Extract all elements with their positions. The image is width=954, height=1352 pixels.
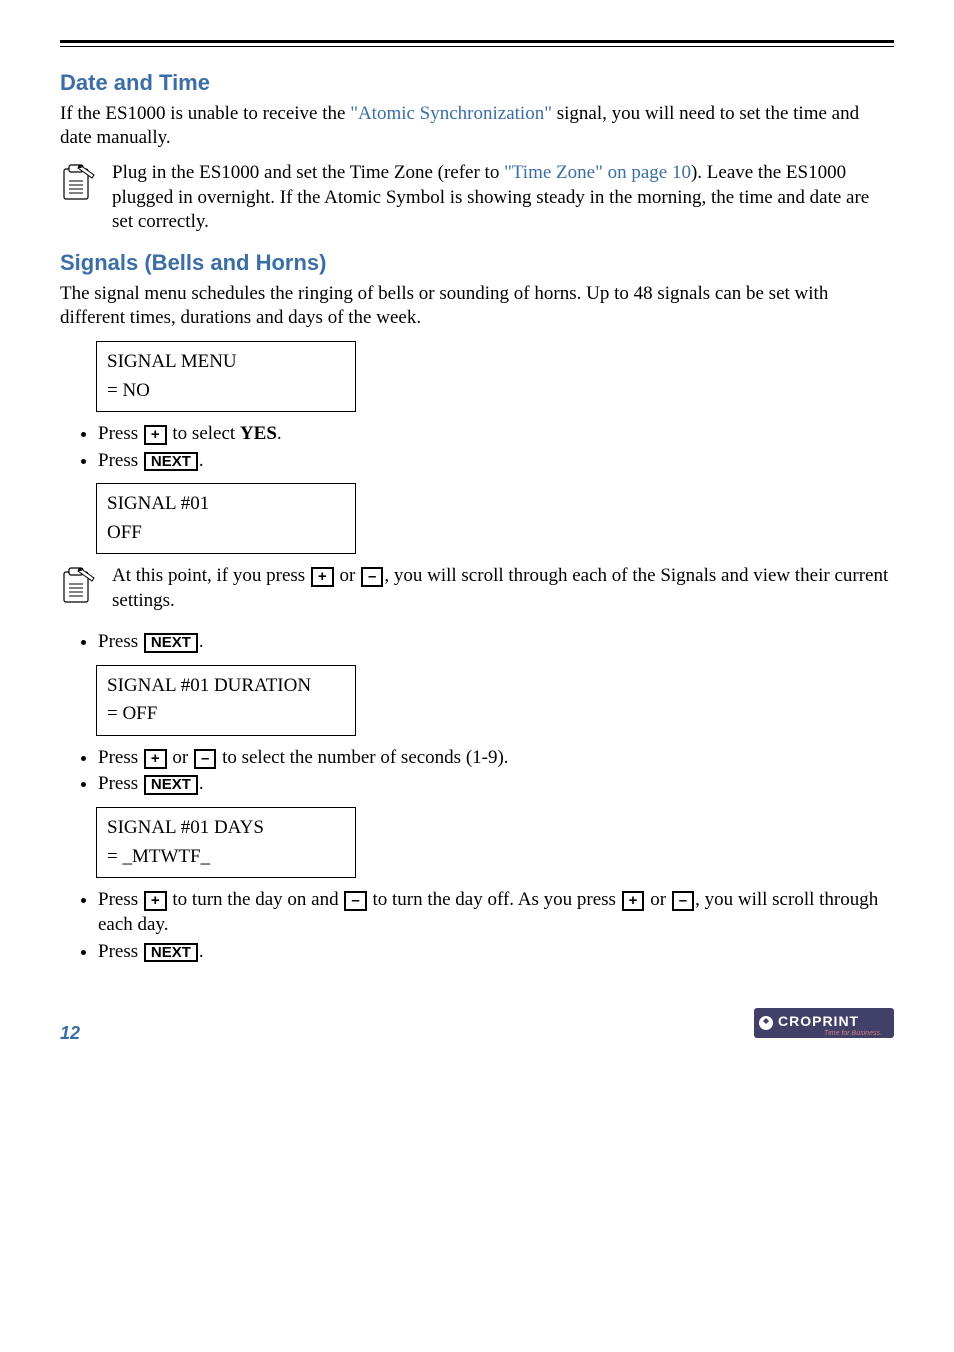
text: to select	[168, 423, 240, 444]
plus-button-icon: +	[311, 567, 334, 587]
step-list-3: Press + or – to select the number of sec…	[60, 746, 894, 797]
list-item: Press + to select YES.	[98, 422, 894, 447]
minus-button-icon: –	[361, 567, 383, 587]
clipboard-pencil-icon	[60, 564, 98, 616]
next-button-icon: NEXT	[144, 775, 198, 795]
next-button-icon: NEXT	[144, 943, 198, 963]
display-line: = OFF	[107, 700, 345, 729]
top-rule	[60, 40, 894, 47]
text: .	[199, 941, 204, 962]
text: .	[277, 423, 282, 444]
display-signal-01: SIGNAL #01 OFF	[96, 483, 356, 554]
text: Press	[98, 450, 143, 471]
display-line: OFF	[107, 519, 345, 548]
logo-tagline: Time for Business.	[824, 1030, 882, 1037]
text: or	[335, 565, 360, 586]
list-item: Press NEXT.	[98, 630, 894, 655]
step-list-1: Press + to select YES. Press NEXT.	[60, 422, 894, 473]
note-text: At this point, if you press + or –, you …	[112, 564, 894, 613]
note-signal-scroll: At this point, if you press + or –, you …	[60, 564, 894, 616]
plus-button-icon: +	[144, 749, 167, 769]
date-time-intro: If the ES1000 is unable to receive the "…	[60, 102, 894, 151]
next-button-icon: NEXT	[144, 633, 198, 653]
text-bold: YES	[240, 423, 277, 444]
display-line: SIGNAL #01 DURATION	[107, 672, 345, 701]
heading-date-time: Date and Time	[60, 69, 894, 98]
minus-button-icon: –	[194, 749, 216, 769]
note-text: Plug in the ES1000 and set the Time Zone…	[112, 161, 894, 235]
list-item: Press NEXT.	[98, 772, 894, 797]
text: to turn the day on and	[168, 889, 344, 910]
link-time-zone[interactable]: "Time Zone" on page 10	[504, 162, 691, 183]
logo-brand: CROPRINT	[778, 1013, 859, 1029]
acroprint-logo: CROPRINT Time for Business.	[754, 1004, 894, 1046]
text: to turn the day off. As you press	[368, 889, 621, 910]
text: Press	[98, 941, 143, 962]
list-item: Press + or – to select the number of sec…	[98, 746, 894, 771]
next-button-icon: NEXT	[144, 452, 198, 472]
page-number: 12	[60, 1022, 80, 1045]
plus-button-icon: +	[144, 425, 167, 445]
heading-signals: Signals (Bells and Horns)	[60, 249, 894, 278]
text: .	[199, 631, 204, 652]
list-item: Press + to turn the day on and – to turn…	[98, 888, 894, 937]
clipboard-pencil-icon	[60, 161, 98, 213]
step-list-2: Press NEXT.	[60, 630, 894, 655]
text: Press	[98, 889, 143, 910]
minus-button-icon: –	[672, 891, 694, 911]
step-list-4: Press + to turn the day on and – to turn…	[60, 888, 894, 964]
list-item: Press NEXT.	[98, 940, 894, 965]
text: Press	[98, 747, 143, 768]
display-signal-days: SIGNAL #01 DAYS = _MTWTF_	[96, 807, 356, 878]
plus-button-icon: +	[144, 891, 167, 911]
display-line: SIGNAL #01 DAYS	[107, 814, 345, 843]
display-signal-menu: SIGNAL MENU = NO	[96, 341, 356, 412]
text: Press	[98, 773, 143, 794]
display-line: SIGNAL #01	[107, 490, 345, 519]
text: .	[199, 773, 204, 794]
text: If the ES1000 is unable to receive the	[60, 103, 350, 124]
text: Plug in the ES1000 and set the Time Zone…	[112, 162, 504, 183]
display-line: SIGNAL MENU	[107, 348, 345, 377]
list-item: Press NEXT.	[98, 449, 894, 474]
text: to select the number of seconds (1-9).	[217, 747, 508, 768]
display-signal-duration: SIGNAL #01 DURATION = OFF	[96, 665, 356, 736]
text: .	[199, 450, 204, 471]
text: At this point, if you press	[112, 565, 310, 586]
minus-button-icon: –	[344, 891, 366, 911]
display-line: = NO	[107, 377, 345, 406]
link-atomic-sync[interactable]: "Atomic Synchronization"	[350, 103, 552, 124]
footer: 12 CROPRINT Time for Business.	[60, 1004, 894, 1046]
plus-button-icon: +	[622, 891, 645, 911]
note-date-time: Plug in the ES1000 and set the Time Zone…	[60, 161, 894, 235]
text: Press	[98, 631, 143, 652]
text: or	[645, 889, 670, 910]
signals-intro: The signal menu schedules the ringing of…	[60, 282, 894, 331]
text: or	[168, 747, 193, 768]
text: Press	[98, 423, 143, 444]
display-line: = _MTWTF_	[107, 843, 345, 872]
